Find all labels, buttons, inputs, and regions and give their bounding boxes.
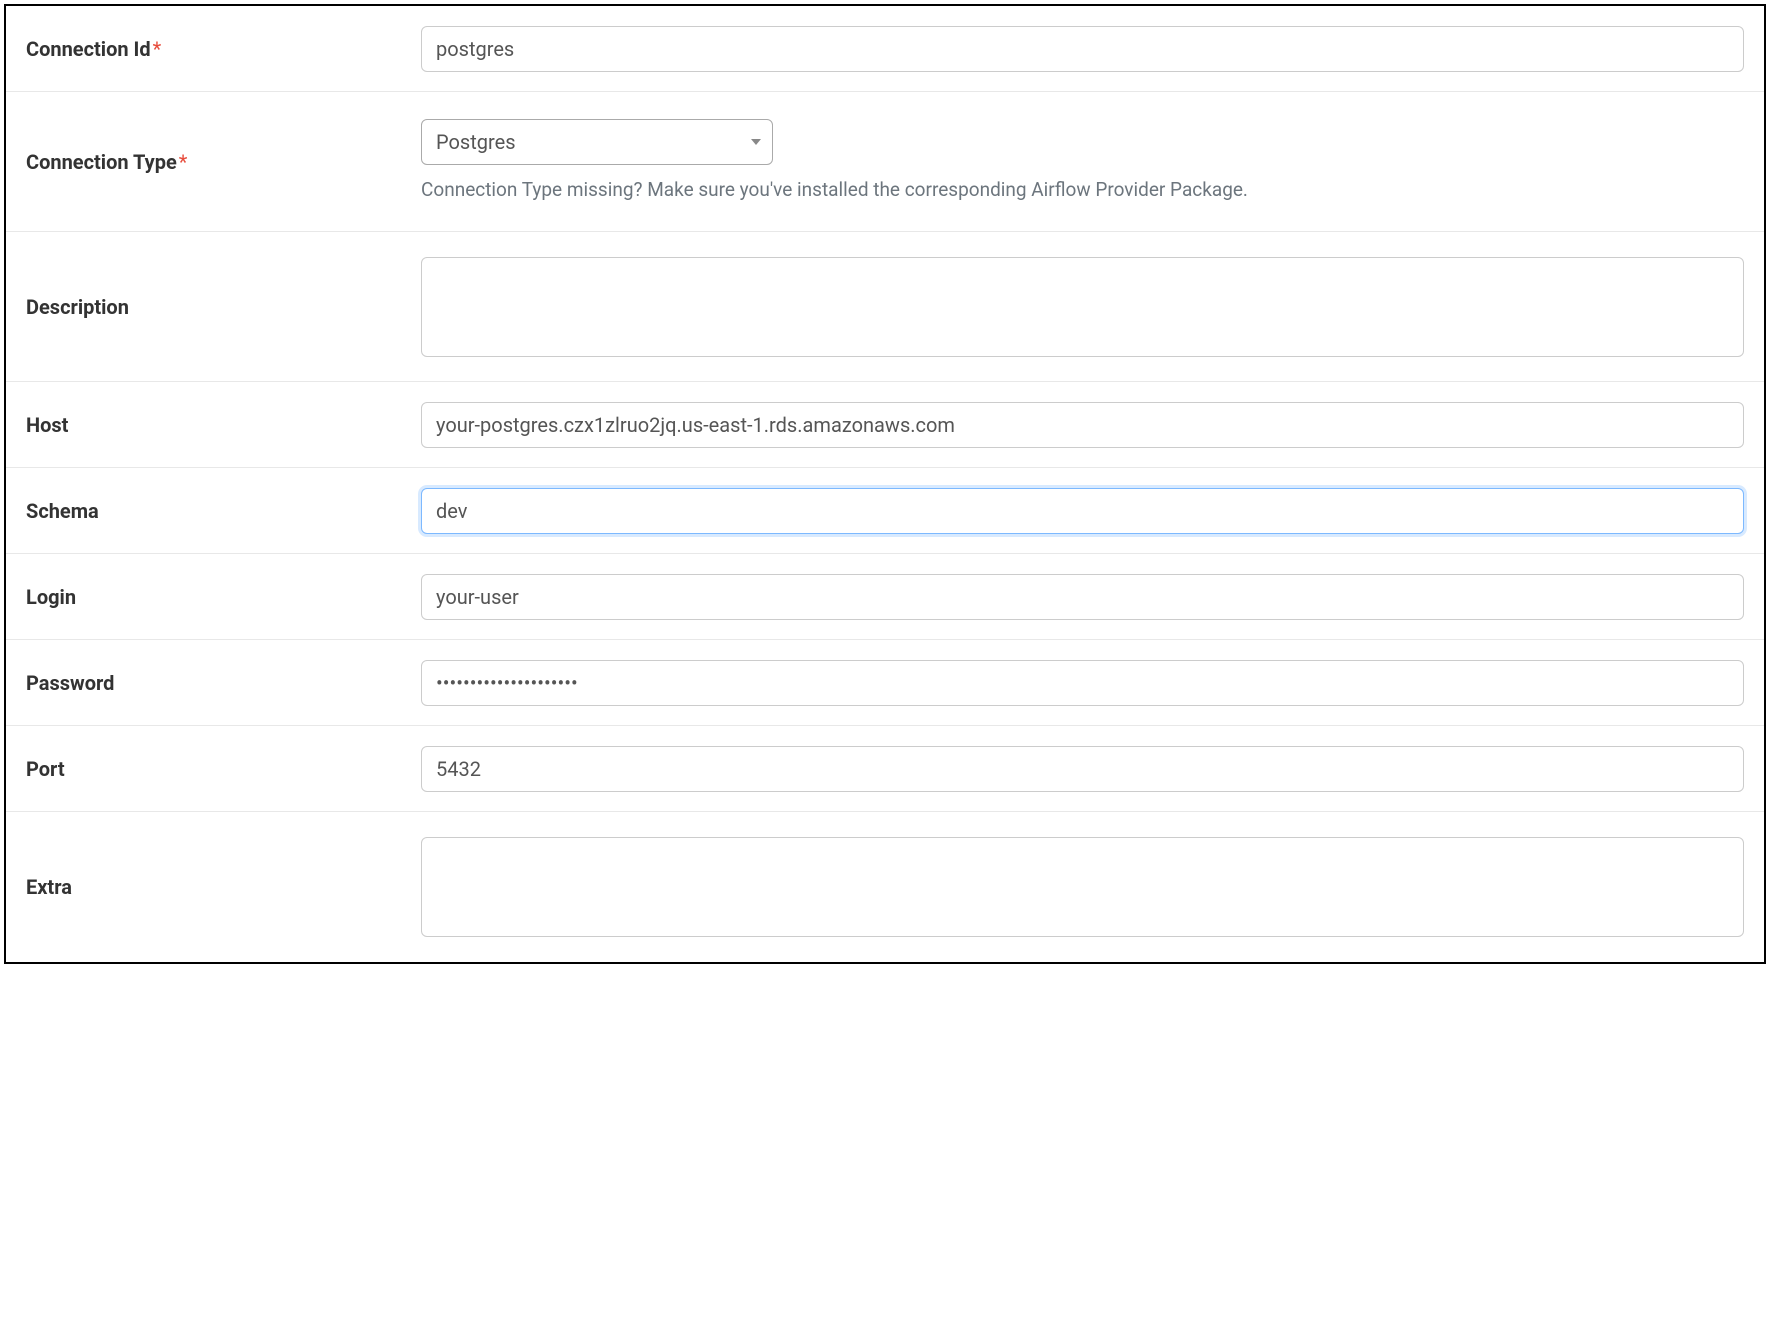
row-login: Login	[6, 554, 1764, 640]
description-input[interactable]	[421, 257, 1744, 357]
required-mark: *	[179, 150, 188, 174]
label-port: Port	[26, 757, 421, 781]
row-extra: Extra	[6, 812, 1764, 962]
row-conn-id: Connection Id*	[6, 6, 1764, 92]
label-extra: Extra	[26, 875, 421, 899]
label-conn-type: Connection Type*	[26, 150, 421, 174]
required-mark: *	[153, 37, 162, 61]
login-input[interactable]	[421, 574, 1744, 620]
row-host: Host	[6, 382, 1764, 468]
conn-type-help: Connection Type missing? Make sure you'v…	[421, 177, 1744, 204]
label-host: Host	[26, 413, 421, 437]
conn-type-select[interactable]: Postgres	[421, 119, 773, 165]
row-description: Description	[6, 232, 1764, 382]
conn-id-input[interactable]	[421, 26, 1744, 72]
schema-input[interactable]	[421, 488, 1744, 534]
label-schema: Schema	[26, 499, 421, 523]
row-conn-type: Connection Type* Postgres Connection Typ…	[6, 92, 1764, 232]
connection-form: Connection Id* Connection Type* Postgres…	[4, 4, 1766, 964]
row-schema: Schema	[6, 468, 1764, 554]
chevron-down-icon	[751, 139, 761, 145]
label-login: Login	[26, 585, 421, 609]
label-password: Password	[26, 671, 421, 695]
label-conn-id: Connection Id*	[26, 37, 421, 61]
port-input[interactable]	[421, 746, 1744, 792]
extra-input[interactable]	[421, 837, 1744, 937]
host-input[interactable]	[421, 402, 1744, 448]
row-port: Port	[6, 726, 1764, 812]
conn-type-value: Postgres	[436, 130, 516, 154]
row-password: Password	[6, 640, 1764, 726]
label-description: Description	[26, 295, 421, 319]
password-input[interactable]	[421, 660, 1744, 706]
